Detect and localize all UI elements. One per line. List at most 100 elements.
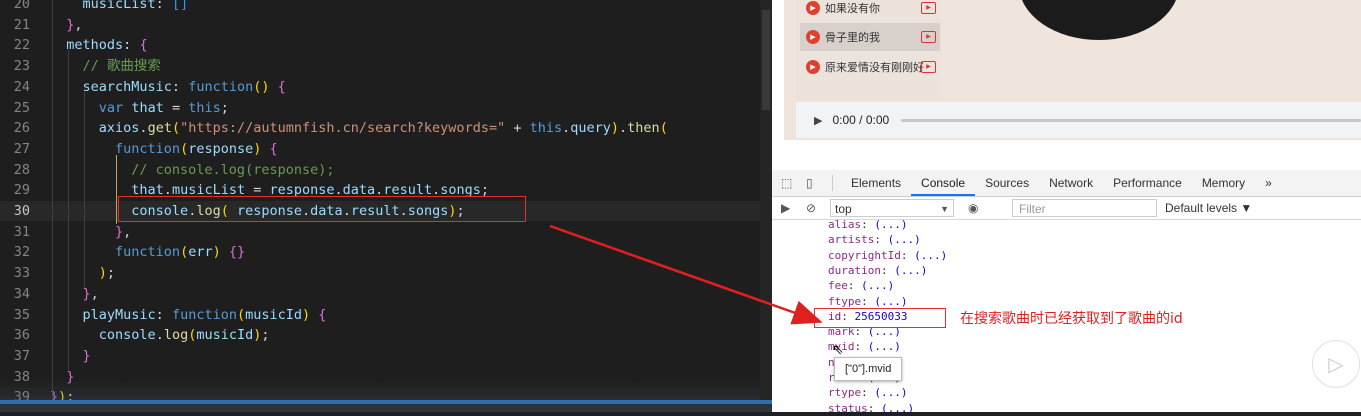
property-separator: : [861, 218, 875, 231]
property-value: (...) [861, 279, 895, 293]
line-number: 23 [13, 58, 30, 75]
more-tabs-icon[interactable]: » [1255, 170, 1282, 196]
context-selector[interactable]: top ▼ [830, 199, 954, 217]
devtools-tabbar: ⬚ ▯ Elements Console Sources Network Per… [772, 170, 1361, 197]
code-line[interactable]: 35 playMusic: function(musicId) { [0, 305, 772, 325]
line-number: 37 [13, 347, 30, 364]
code-line[interactable]: 33 ); [0, 263, 772, 283]
code-text: function(err) {} [115, 244, 246, 261]
mv-icon[interactable]: ▶ [921, 61, 936, 73]
video-play-icon[interactable]: ▷ [1312, 340, 1360, 388]
property-value: (...) [887, 233, 921, 247]
property-value: (...) [914, 248, 948, 262]
log-levels-dropdown[interactable]: Default levels ▼ [1165, 201, 1252, 215]
song-item[interactable]: ▶ 如果没有你 ▶ [800, 0, 940, 22]
console-property[interactable]: artists: (...) [828, 232, 921, 247]
song-title: 如果没有你 [825, 3, 880, 15]
code-line[interactable]: 37 } [0, 346, 772, 366]
indent-guide [52, 0, 53, 400]
code-line[interactable]: 21 }, [0, 15, 772, 35]
console-property[interactable]: alias: (...) [828, 217, 908, 232]
code-line[interactable]: 34 }, [0, 284, 772, 304]
line-number: 27 [13, 140, 30, 157]
tab-console[interactable]: Console [911, 170, 976, 196]
tab-performance[interactable]: Performance [1103, 170, 1192, 196]
code-text: } [82, 347, 91, 364]
audio-time: 0:00 / 0:00 [832, 113, 890, 127]
play-icon[interactable]: ▶ [806, 1, 820, 15]
music-player-app: ▶ 如果没有你 ▶ ▶ 骨子里的我 ▶ ▶ 原来爱情没有刚刚好 ▶ ▶ 0:00… [784, 0, 1361, 140]
line-number: 21 [13, 16, 30, 33]
console-property[interactable]: ftype: (...) [828, 294, 908, 309]
mv-icon[interactable]: ▶ [921, 31, 936, 43]
id-highlight-box [814, 308, 946, 328]
code-line[interactable]: 24 searchMusic: function() { [0, 77, 772, 97]
tab-sources[interactable]: Sources [975, 170, 1039, 196]
play-icon[interactable]: ▶ [806, 60, 820, 74]
code-line[interactable]: 20 musicList: [] [0, 0, 772, 14]
console-property[interactable]: fee: (...) [828, 278, 894, 293]
code-editor[interactable]: 20 musicList: [] 21 }, 22 methods: {23 // … [0, 0, 772, 412]
code-line[interactable]: 26 axios.get("https://autumnfish.cn/sear… [0, 118, 772, 138]
line-number: 34 [13, 285, 30, 302]
code-line[interactable]: 23 // 歌曲搜索 [0, 56, 772, 76]
tab-elements[interactable]: Elements [841, 170, 911, 196]
dropdown-arrow-icon: ▼ [940, 204, 949, 214]
song-list: ▶ 如果没有你 ▶ ▶ 骨子里的我 ▶ ▶ 原来爱情没有刚刚好 ▶ [796, 0, 942, 110]
play-icon[interactable]: ▶ [806, 30, 820, 44]
property-key: artists [828, 233, 875, 247]
code-text: // console.log(response); [50, 161, 335, 178]
toolbar-divider [832, 175, 833, 191]
code-line[interactable]: 25 var that = this; [0, 98, 772, 118]
tab-memory[interactable]: Memory [1192, 170, 1255, 196]
code-text: }, [82, 285, 99, 302]
code-line[interactable]: 22 methods: { [0, 35, 772, 55]
property-key: duration [828, 263, 881, 277]
property-key: status [828, 401, 868, 415]
inspect-element-icon[interactable]: ⬚ [781, 176, 797, 190]
property-key: alias [828, 218, 862, 231]
code-line[interactable]: 31 }, [0, 222, 772, 242]
console-property[interactable]: status: (...) [828, 401, 914, 416]
song-item-selected[interactable]: ▶ 骨子里的我 ▶ [800, 23, 940, 51]
property-separator: : [867, 401, 881, 415]
song-item[interactable]: ▶ 原来爱情没有刚刚好 ▶ [800, 53, 940, 81]
line-number: 35 [13, 306, 30, 323]
audio-seek-bar[interactable] [901, 118, 1361, 122]
property-separator: : [900, 248, 915, 262]
editor-scrollbar-thumb[interactable] [762, 10, 770, 110]
console-property[interactable]: duration: (...) [828, 263, 927, 278]
property-separator: : [861, 386, 875, 400]
mv-icon[interactable]: ▶ [921, 2, 936, 14]
eye-icon[interactable]: ◉ [968, 201, 984, 215]
device-toolbar-icon[interactable]: ▯ [806, 176, 822, 190]
line-number: 25 [13, 99, 30, 116]
line-number: 26 [13, 120, 30, 137]
browser-window: ▶ 如果没有你 ▶ ▶ 骨子里的我 ▶ ▶ 原来爱情没有刚刚好 ▶ ▶ 0:00… [772, 0, 1361, 415]
property-value: (...) [867, 340, 901, 354]
property-key: rtype [828, 386, 862, 400]
property-tooltip: ["0"].mvid [834, 357, 903, 381]
song-title: 原来爱情没有刚刚好 [825, 62, 924, 74]
line-number: 24 [13, 78, 30, 95]
context-value: top [835, 202, 852, 216]
property-value: (...) [894, 263, 928, 277]
clear-console-icon[interactable]: ⊘ [806, 201, 822, 215]
line-number: 36 [13, 327, 30, 344]
code-line[interactable]: 32 function(err) {} [0, 242, 772, 262]
filter-input[interactable]: Filter [1012, 199, 1157, 217]
console-property[interactable]: copyrightId: (...) [828, 248, 947, 263]
console-property[interactable]: rtype: (...) [828, 385, 908, 400]
video-progress-bar[interactable] [0, 400, 772, 404]
audio-player[interactable]: ▶ 0:00 / 0:00 [796, 102, 1361, 138]
code-text: axios.get("https://autumnfish.cn/search?… [98, 120, 668, 137]
line-number: 28 [13, 161, 30, 178]
code-text: searchMusic: function() { [82, 78, 286, 95]
property-separator: : [880, 263, 895, 277]
sidebar-toggle-icon[interactable]: ▶ [781, 201, 797, 215]
play-button-icon[interactable]: ▶ [814, 114, 822, 127]
tab-network[interactable]: Network [1039, 170, 1103, 196]
property-key: ftype [828, 294, 862, 308]
code-line[interactable]: 36 console.log(musicId); [0, 325, 772, 345]
console-log-highlight-box [118, 196, 526, 222]
